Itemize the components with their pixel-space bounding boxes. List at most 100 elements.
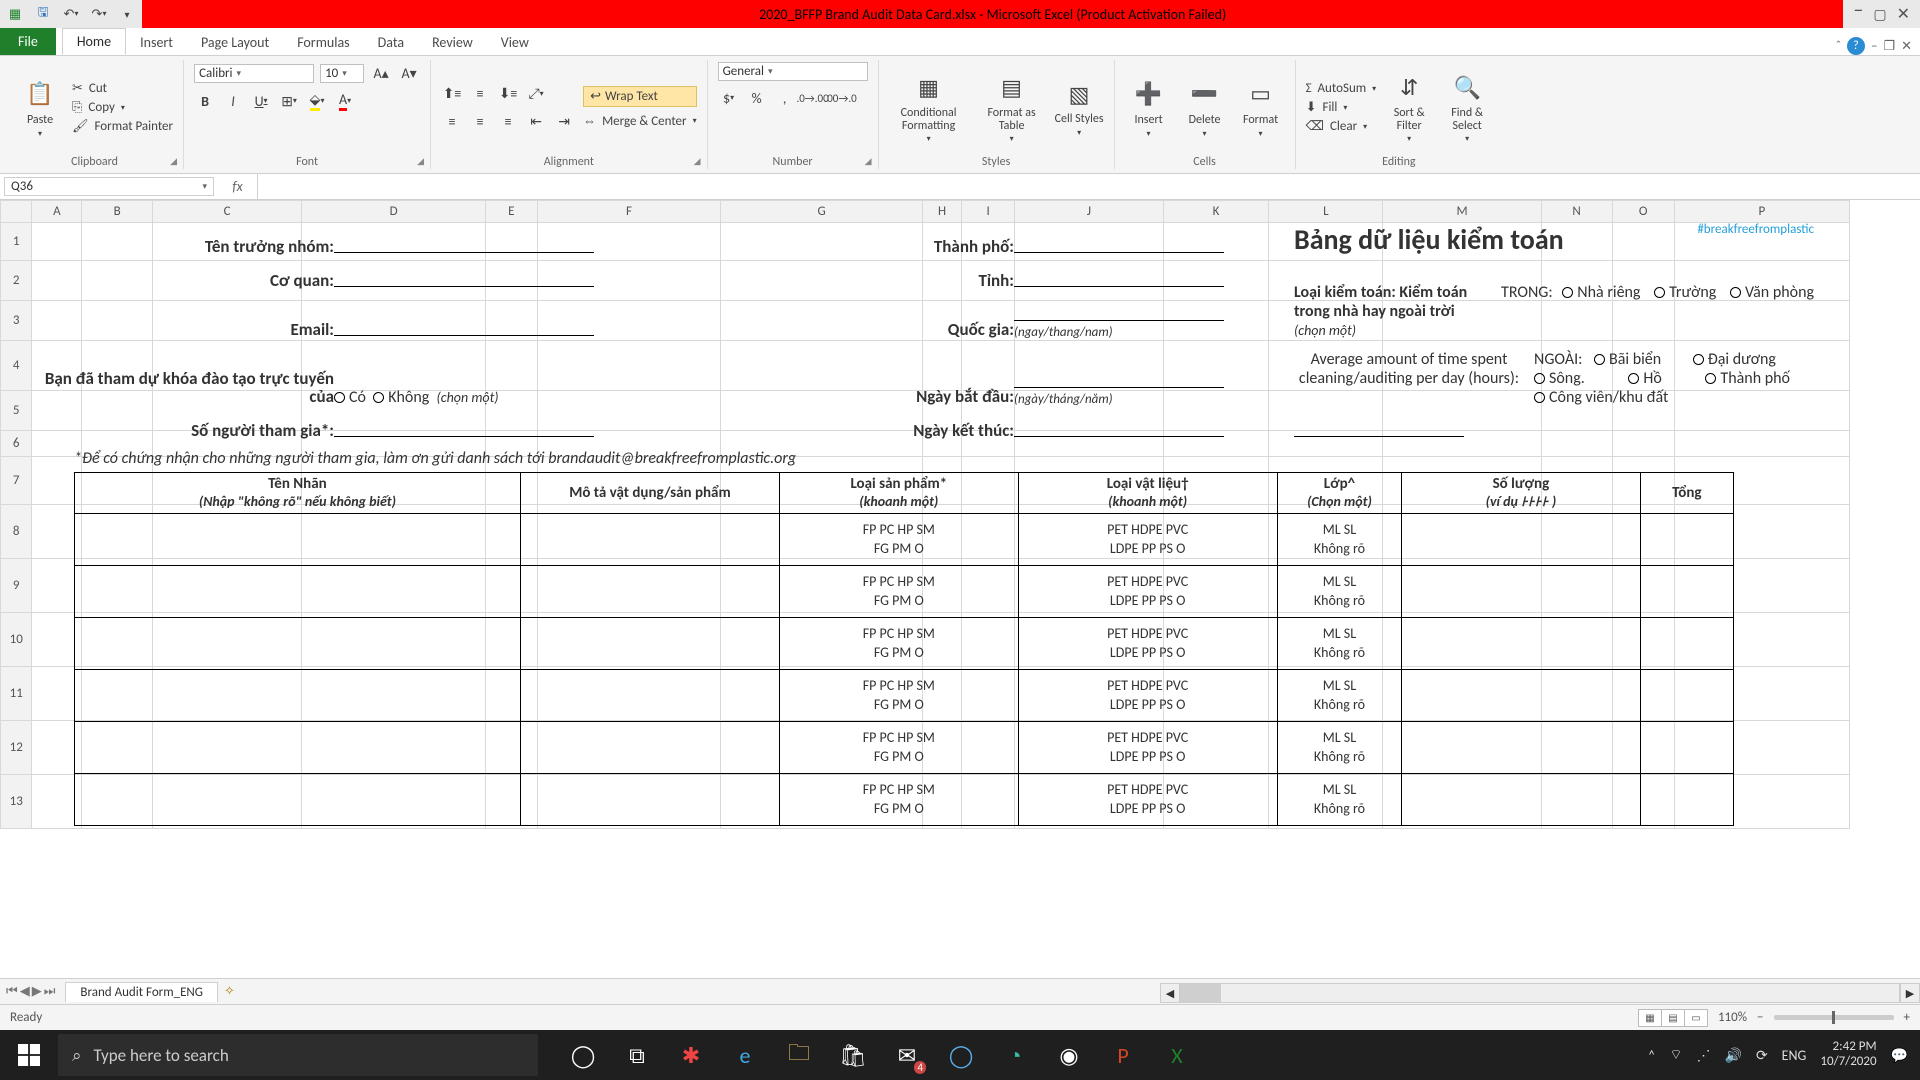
- increase-font-icon[interactable]: A▴: [370, 62, 392, 84]
- bold-button[interactable]: B: [194, 90, 216, 112]
- increase-indent-icon[interactable]: ⇥: [553, 111, 575, 133]
- input-team-leader[interactable]: [334, 233, 594, 253]
- qat-dropdown-icon[interactable]: ▾: [116, 3, 138, 25]
- mail-icon[interactable]: ✉4: [882, 1030, 932, 1080]
- dialog-launcher-icon[interactable]: ◢: [865, 156, 872, 167]
- font-name-select[interactable]: Calibri▾: [194, 64, 314, 83]
- row-header-12[interactable]: 12: [1, 721, 32, 775]
- italic-button[interactable]: I: [222, 90, 244, 112]
- dialog-launcher-icon[interactable]: ◢: [694, 156, 701, 167]
- excel-taskbar-icon[interactable]: X: [1152, 1030, 1202, 1080]
- zoom-in-icon[interactable]: +: [1904, 1010, 1910, 1025]
- cell-layer[interactable]: ML SLKhông rõ: [1277, 618, 1401, 670]
- close-icon[interactable]: ✕: [1897, 4, 1910, 24]
- cell-material[interactable]: PET HDPE PVCLDPE PP PS O: [1018, 618, 1277, 670]
- formula-input[interactable]: [258, 186, 1920, 188]
- align-middle-icon[interactable]: ≡: [469, 83, 491, 105]
- option-city[interactable]: Thành phố: [1705, 369, 1790, 388]
- worksheet-area[interactable]: ABCDEFGHIJKLMNOP 12345678910111213 Tên t…: [0, 200, 1920, 978]
- taskbar-search[interactable]: ⌕ Type here to search: [58, 1034, 538, 1076]
- help-icon[interactable]: ?: [1847, 37, 1865, 55]
- align-bottom-icon[interactable]: ⬇≡: [497, 83, 519, 105]
- tab-review[interactable]: Review: [418, 30, 487, 55]
- decrease-indent-icon[interactable]: ⇤: [525, 111, 547, 133]
- tray-network-icon[interactable]: ⌔: [1669, 1046, 1682, 1064]
- border-button[interactable]: ⊞▾: [278, 90, 300, 112]
- row-header-5[interactable]: 5: [1, 391, 32, 431]
- tray-language[interactable]: ENG: [1782, 1047, 1807, 1064]
- redo-icon[interactable]: ↷▾: [88, 3, 110, 25]
- cell-brand[interactable]: [75, 514, 521, 566]
- input-avg-time[interactable]: [1294, 417, 1464, 437]
- tab-view[interactable]: View: [487, 30, 543, 55]
- view-pagebreak-icon[interactable]: ▭: [1684, 1009, 1708, 1027]
- col-header-A[interactable]: A: [32, 201, 82, 223]
- option-office[interactable]: Văn phòng: [1730, 283, 1814, 302]
- taskbar-clock[interactable]: 2:42 PM 10/7/2020: [1820, 1040, 1876, 1070]
- comma-format-icon[interactable]: ,: [774, 87, 796, 109]
- input-province[interactable]: [1014, 267, 1224, 287]
- row-header-2[interactable]: 2: [1, 261, 32, 301]
- maximize-icon[interactable]: ▢: [1873, 6, 1886, 23]
- sheet-nav-last-icon[interactable]: ⏭: [44, 984, 56, 999]
- row-header-13[interactable]: 13: [1, 775, 32, 829]
- name-box[interactable]: Q36▾: [4, 177, 214, 196]
- cell-prodtype[interactable]: FP PC HP SMFG PM O: [780, 722, 1018, 774]
- save-icon[interactable]: 🖫: [32, 3, 54, 25]
- row-header-11[interactable]: 11: [1, 667, 32, 721]
- percent-format-icon[interactable]: %: [746, 87, 768, 109]
- option-park[interactable]: Công viên/khu đất: [1534, 388, 1668, 407]
- window-restore-icon[interactable]: ❐: [1883, 39, 1895, 54]
- increase-decimal-icon[interactable]: .0→.00: [802, 87, 824, 109]
- input-start-date[interactable]: [1014, 368, 1224, 388]
- accounting-format-icon[interactable]: $▾: [718, 87, 740, 109]
- app-icon[interactable]: ✱: [666, 1030, 716, 1080]
- input-participants[interactable]: [334, 417, 594, 437]
- option-lake[interactable]: Hồ: [1628, 369, 1661, 388]
- option-river[interactable]: Sông.: [1534, 369, 1585, 388]
- cell-brand[interactable]: [75, 722, 521, 774]
- dialog-launcher-icon[interactable]: ◢: [170, 156, 177, 167]
- input-end-date[interactable]: [1014, 417, 1224, 437]
- col-header-I[interactable]: I: [962, 201, 1015, 223]
- cell-total[interactable]: [1640, 722, 1733, 774]
- select-all-corner[interactable]: [1, 201, 32, 223]
- cell-layer[interactable]: ML SLKhông rõ: [1277, 514, 1401, 566]
- minimize-icon[interactable]: –: [1853, 0, 1863, 22]
- sheet-nav-prev-icon[interactable]: ◀: [20, 984, 30, 999]
- clear-button[interactable]: ⌫Clear▾: [1306, 119, 1377, 134]
- window-min-icon[interactable]: –: [1871, 39, 1877, 54]
- tray-sync-icon[interactable]: ⟳: [1756, 1047, 1768, 1064]
- tray-chevron-icon[interactable]: ˄: [1648, 1047, 1656, 1064]
- cell-brand[interactable]: [75, 774, 521, 826]
- align-right-icon[interactable]: ≡: [497, 111, 519, 133]
- fill-button[interactable]: ⬇Fill▾: [1306, 100, 1377, 115]
- cell-total[interactable]: [1640, 514, 1733, 566]
- cell-qty[interactable]: [1402, 514, 1640, 566]
- option-beach[interactable]: Bãi biển: [1594, 350, 1661, 369]
- horizontal-scrollbar[interactable]: ◀ ▶: [1160, 982, 1920, 1004]
- col-header-O[interactable]: O: [1612, 201, 1674, 223]
- chrome-icon[interactable]: ◉: [1044, 1030, 1094, 1080]
- cell-brand[interactable]: [75, 618, 521, 670]
- cell-material[interactable]: PET HDPE PVCLDPE PP PS O: [1018, 722, 1277, 774]
- format-cells-button[interactable]: ▭Format▾: [1237, 77, 1285, 139]
- tab-data[interactable]: Data: [364, 30, 418, 55]
- cell-prodtype[interactable]: FP PC HP SMFG PM O: [780, 618, 1018, 670]
- tray-volume-icon[interactable]: 🔊: [1725, 1047, 1742, 1064]
- sheet-nav-first-icon[interactable]: ⏮: [6, 984, 18, 999]
- scroll-left-icon[interactable]: ◀: [1160, 983, 1180, 1003]
- zoom-slider[interactable]: [1774, 1015, 1894, 1020]
- input-city[interactable]: [1014, 233, 1224, 253]
- cell-material[interactable]: PET HDPE PVCLDPE PP PS O: [1018, 514, 1277, 566]
- option-yes[interactable]: Có: [334, 388, 366, 407]
- cell-total[interactable]: [1640, 774, 1733, 826]
- row-header-9[interactable]: 9: [1, 559, 32, 613]
- col-header-H[interactable]: H: [922, 201, 961, 223]
- orientation-icon[interactable]: ⤢▾: [525, 83, 547, 105]
- cell-prodtype[interactable]: FP PC HP SMFG PM O: [780, 566, 1018, 618]
- explorer-icon[interactable]: 🗀: [774, 1030, 824, 1080]
- window-close-icon[interactable]: ✕: [1901, 39, 1912, 54]
- cell-qty[interactable]: [1402, 618, 1640, 670]
- start-button[interactable]: [0, 1030, 58, 1080]
